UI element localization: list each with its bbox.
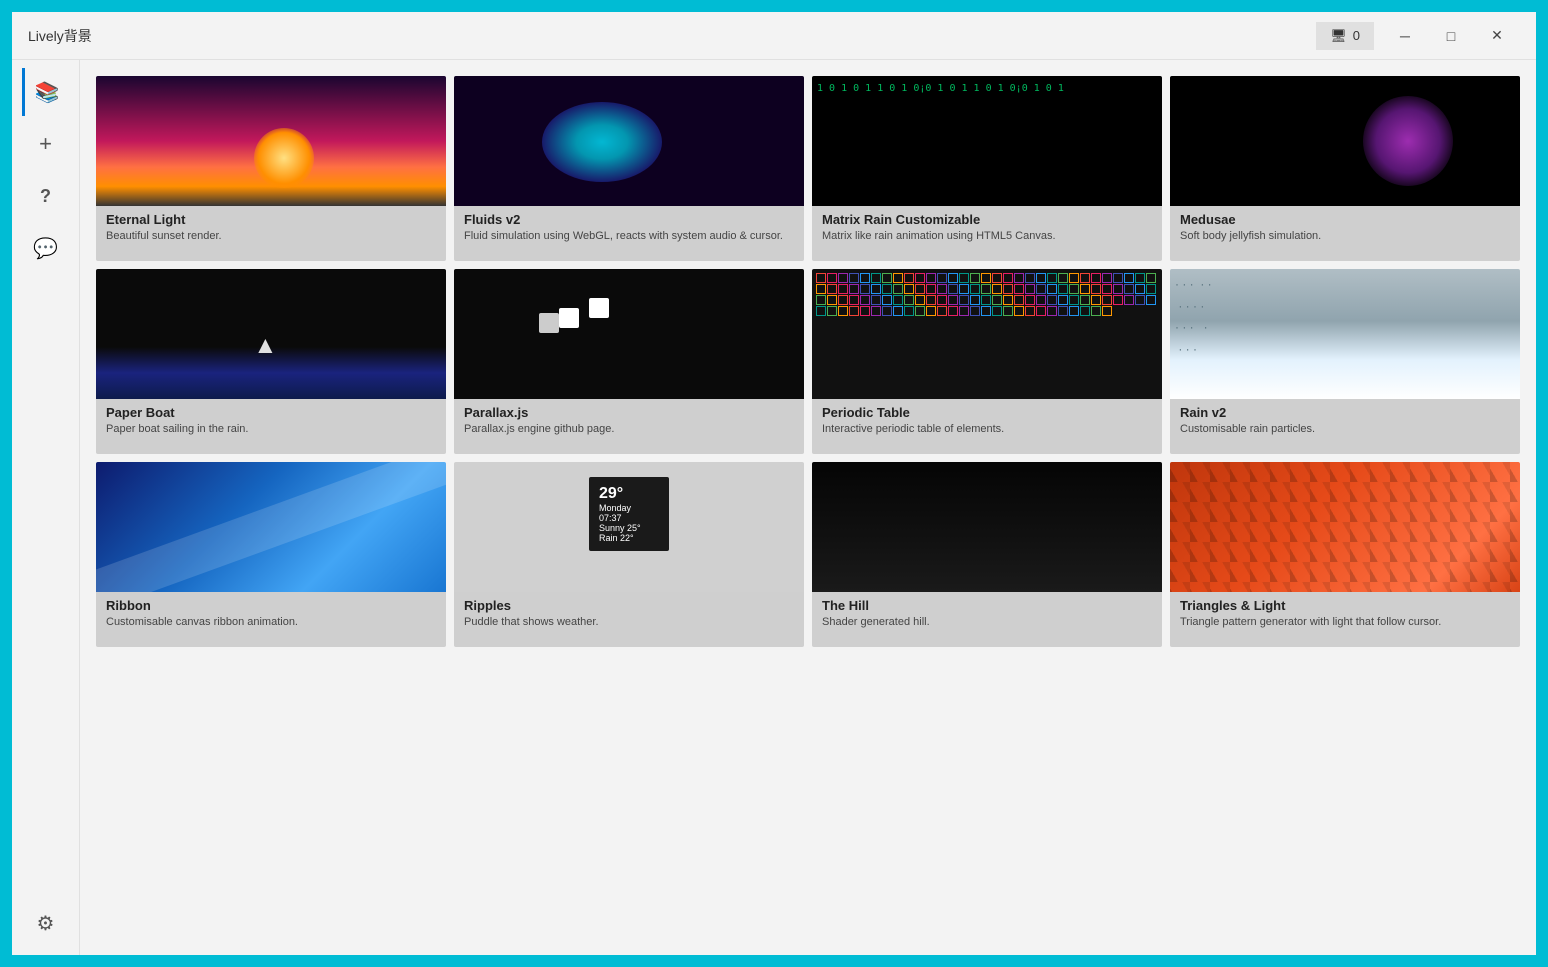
wallpaper-card-ripples[interactable]: 29° Monday 07:37 Sunny 25° Rain 22° Ripp… xyxy=(454,462,804,647)
wallpaper-card-ribbon[interactable]: Ribbon Customisable canvas ribbon animat… xyxy=(96,462,446,647)
help-icon: ? xyxy=(40,186,51,207)
card-desc: Matrix like rain animation using HTML5 C… xyxy=(822,229,1152,243)
sidebar-item-help[interactable]: ? xyxy=(22,172,70,220)
wallpaper-card-periodic-table[interactable]: Periodic Table Interactive periodic tabl… xyxy=(812,269,1162,454)
card-title: Triangles & Light xyxy=(1180,598,1510,613)
card-desc: Parallax.js engine github page. xyxy=(464,422,794,436)
weather-temp: 29° xyxy=(599,485,659,503)
titlebar-controls: 🖥 0 ─ □ ✕ xyxy=(1316,18,1520,54)
wallpaper-card-paper-boat[interactable]: Paper Boat Paper boat sailing in the rai… xyxy=(96,269,446,454)
wallpaper-card-eternal-light[interactable]: Eternal Light Beautiful sunset render. xyxy=(96,76,446,261)
sidebar-item-library[interactable]: 📚 xyxy=(22,68,70,116)
card-title: Parallax.js xyxy=(464,405,794,420)
wallpaper-card-fluids-v2[interactable]: Fluids v2 Fluid simulation using WebGL, … xyxy=(454,76,804,261)
card-info-ripples: Ripples Puddle that shows weather. xyxy=(454,592,804,647)
card-desc: Customisable canvas ribbon animation. xyxy=(106,615,436,629)
wallpaper-card-the-hill[interactable]: The Hill Shader generated hill. xyxy=(812,462,1162,647)
sidebar: 📚 + ? 💬 ⚙ xyxy=(12,60,80,955)
wallpaper-grid: Eternal Light Beautiful sunset render. F… xyxy=(96,76,1520,647)
maximize-button[interactable]: □ xyxy=(1428,18,1474,54)
periodic-thumb xyxy=(812,269,1162,399)
card-title: Medusae xyxy=(1180,212,1510,227)
app-window: Lively背景 🖥 0 ─ □ ✕ 📚 + ? 💬 xyxy=(12,12,1536,955)
card-info-triangles-light: Triangles & Light Triangle pattern gener… xyxy=(1170,592,1520,647)
card-title: Ribbon xyxy=(106,598,436,613)
card-desc: Interactive periodic table of elements. xyxy=(822,422,1152,436)
card-desc: Customisable rain particles. xyxy=(1180,422,1510,436)
settings-icon: ⚙ xyxy=(37,911,55,936)
card-info-parallax-js: Parallax.js Parallax.js engine github pa… xyxy=(454,399,804,454)
card-title: Rain v2 xyxy=(1180,405,1510,420)
monitor-count: 0 xyxy=(1353,28,1360,43)
wallpaper-card-parallax-js[interactable]: Parallax.js Parallax.js engine github pa… xyxy=(454,269,804,454)
card-desc: Soft body jellyfish simulation. xyxy=(1180,229,1510,243)
weather-line3: Sunny 25° xyxy=(599,523,659,533)
card-info-ribbon: Ribbon Customisable canvas ribbon animat… xyxy=(96,592,446,647)
card-info-the-hill: The Hill Shader generated hill. xyxy=(812,592,1162,647)
card-title: The Hill xyxy=(822,598,1152,613)
weather-line1: Monday xyxy=(599,503,659,513)
titlebar: Lively背景 🖥 0 ─ □ ✕ xyxy=(12,12,1536,60)
card-info-fluids-v2: Fluids v2 Fluid simulation using WebGL, … xyxy=(454,206,804,261)
minimize-button[interactable]: ─ xyxy=(1382,18,1428,54)
weather-line4: Rain 22° xyxy=(599,533,659,543)
wallpaper-card-triangles-light[interactable]: Triangles & Light Triangle pattern gener… xyxy=(1170,462,1520,647)
add-icon: + xyxy=(39,131,52,157)
card-title: Matrix Rain Customizable xyxy=(822,212,1152,227)
monitor-badge[interactable]: 🖥 0 xyxy=(1316,22,1374,50)
card-desc: Triangle pattern generator with light th… xyxy=(1180,615,1510,629)
wallpaper-card-rain-v2[interactable]: Rain v2 Customisable rain particles. xyxy=(1170,269,1520,454)
wallpaper-card-matrix-rain[interactable]: Matrix Rain Customizable Matrix like rai… xyxy=(812,76,1162,261)
main-area: 📚 + ? 💬 ⚙ Eternal Li xyxy=(12,60,1536,955)
feedback-icon: 💬 xyxy=(33,236,58,261)
card-title: Periodic Table xyxy=(822,405,1152,420)
card-info-medusae: Medusae Soft body jellyfish simulation. xyxy=(1170,206,1520,261)
sidebar-item-settings[interactable]: ⚙ xyxy=(22,899,70,947)
card-desc: Paper boat sailing in the rain. xyxy=(106,422,436,436)
card-title: Paper Boat xyxy=(106,405,436,420)
card-desc: Shader generated hill. xyxy=(822,615,1152,629)
card-title: Eternal Light xyxy=(106,212,436,227)
wallpaper-card-medusae[interactable]: Medusae Soft body jellyfish simulation. xyxy=(1170,76,1520,261)
card-info-eternal-light: Eternal Light Beautiful sunset render. xyxy=(96,206,446,261)
card-desc: Fluid simulation using WebGL, reacts wit… xyxy=(464,229,794,243)
close-button[interactable]: ✕ xyxy=(1474,18,1520,54)
sidebar-item-feedback[interactable]: 💬 xyxy=(22,224,70,272)
card-desc: Beautiful sunset render. xyxy=(106,229,436,243)
wallpaper-library: Eternal Light Beautiful sunset render. F… xyxy=(80,60,1536,955)
card-desc: Puddle that shows weather. xyxy=(464,615,794,629)
sidebar-item-add[interactable]: + xyxy=(22,120,70,168)
library-icon: 📚 xyxy=(35,80,60,105)
card-info-rain-v2: Rain v2 Customisable rain particles. xyxy=(1170,399,1520,454)
card-info-paper-boat: Paper Boat Paper boat sailing in the rai… xyxy=(96,399,446,454)
app-title: Lively背景 xyxy=(28,26,1316,46)
card-title: Fluids v2 xyxy=(464,212,794,227)
weather-line2: 07:37 xyxy=(599,513,659,523)
card-info-matrix-rain: Matrix Rain Customizable Matrix like rai… xyxy=(812,206,1162,261)
weather-widget: 29° Monday 07:37 Sunny 25° Rain 22° xyxy=(589,477,669,551)
card-title: Ripples xyxy=(464,598,794,613)
card-info-periodic-table: Periodic Table Interactive periodic tabl… xyxy=(812,399,1162,454)
monitor-icon: 🖥 xyxy=(1330,28,1347,44)
